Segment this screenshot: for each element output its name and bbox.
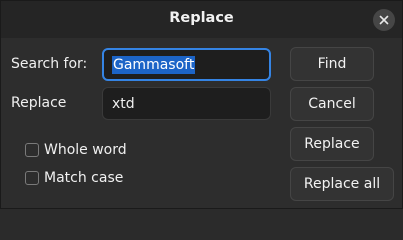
replace-input[interactable]: xtd	[102, 87, 271, 120]
find-button[interactable]: Find	[290, 47, 374, 81]
replace-label: Replace	[11, 95, 67, 111]
search-for-label: Search for:	[11, 56, 88, 72]
replace-input-value: xtd	[112, 95, 135, 112]
close-icon	[379, 15, 389, 25]
whole-word-label: Whole word	[44, 142, 127, 158]
whole-word-checkbox[interactable]	[25, 143, 39, 157]
whole-word-option[interactable]: Whole word	[25, 142, 127, 158]
replace-dialog: Replace Search for: Gammasoft Replace xt…	[0, 0, 403, 209]
close-button[interactable]	[373, 9, 395, 31]
cancel-button[interactable]: Cancel	[290, 87, 374, 121]
replace-all-button[interactable]: Replace all	[290, 167, 394, 201]
search-input-value: Gammasoft	[112, 55, 196, 74]
match-case-option[interactable]: Match case	[25, 170, 123, 186]
title-bar: Replace	[1, 1, 402, 38]
match-case-label: Match case	[44, 170, 124, 186]
match-case-checkbox[interactable]	[25, 171, 39, 185]
dialog-title: Replace	[169, 10, 234, 26]
search-input[interactable]: Gammasoft	[102, 48, 271, 81]
replace-button[interactable]: Replace	[290, 127, 374, 161]
